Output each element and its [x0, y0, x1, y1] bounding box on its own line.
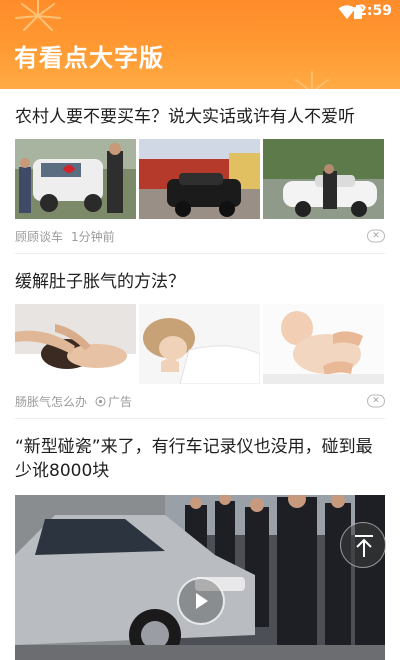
- ad-target-icon: [95, 396, 106, 406]
- article-source: 顾顾谈车: [15, 229, 64, 244]
- head-massage-photo[interactable]: [15, 304, 136, 384]
- baby-belly-massage-photo[interactable]: [263, 304, 384, 384]
- article-source: 肠胀气怎么办: [15, 394, 88, 409]
- arrow-up-icon: [355, 535, 373, 557]
- dismiss-close-icon[interactable]: ×: [367, 229, 385, 243]
- article-title[interactable]: 缓解肚子胀气的方法？: [15, 254, 385, 304]
- article-card[interactable]: 农村人要不要买车？说大实话或许有人不爱听 顾顾谈车 1分钟前 ×: [15, 89, 385, 254]
- article-meta: 顾顾谈车 1分钟前: [15, 219, 385, 253]
- news-feed[interactable]: 农村人要不要买车？说大实话或许有人不爱听 顾顾谈车 1分钟前 × 缓解肚子胀气的…: [0, 89, 400, 660]
- article-thumbnails[interactable]: [15, 304, 385, 384]
- dismiss-close-icon[interactable]: ×: [367, 394, 385, 408]
- back-to-top-button[interactable]: [340, 522, 386, 568]
- sleeping-woman-photo[interactable]: [139, 304, 260, 384]
- ad-article-card[interactable]: 缓解肚子胀气的方法？ 肠胀气怎么办 广告 ×: [15, 254, 385, 419]
- play-button[interactable]: [177, 577, 225, 625]
- article-title[interactable]: “新型碰瓷”来了，有行车记录仪也没用，碰到最少讹8000块: [15, 419, 385, 493]
- article-meta: 肠胀气怎么办 广告: [15, 384, 385, 418]
- app-title: 有看点大字版: [14, 44, 164, 72]
- sun-decoration-icon: [295, 71, 329, 89]
- app-header: 2:59 有看点大字版: [0, 0, 400, 89]
- article-thumbnails[interactable]: [15, 139, 385, 219]
- video-thumbnail[interactable]: [15, 495, 385, 660]
- status-bar: 2:59: [0, 0, 400, 26]
- video-article-card[interactable]: “新型碰瓷”来了，有行车记录仪也没用，碰到最少讹8000块: [15, 419, 385, 660]
- black-suv-photo[interactable]: [139, 139, 260, 219]
- white-minivan-photo[interactable]: [15, 139, 136, 219]
- status-time: 2:59: [357, 3, 392, 19]
- ad-label: 广告: [108, 394, 133, 409]
- play-icon: [196, 593, 208, 609]
- article-time: 1分钟前: [71, 229, 115, 244]
- white-sedan-photo[interactable]: [263, 139, 384, 219]
- article-title[interactable]: 农村人要不要买车？说大实话或许有人不爱听: [15, 89, 385, 139]
